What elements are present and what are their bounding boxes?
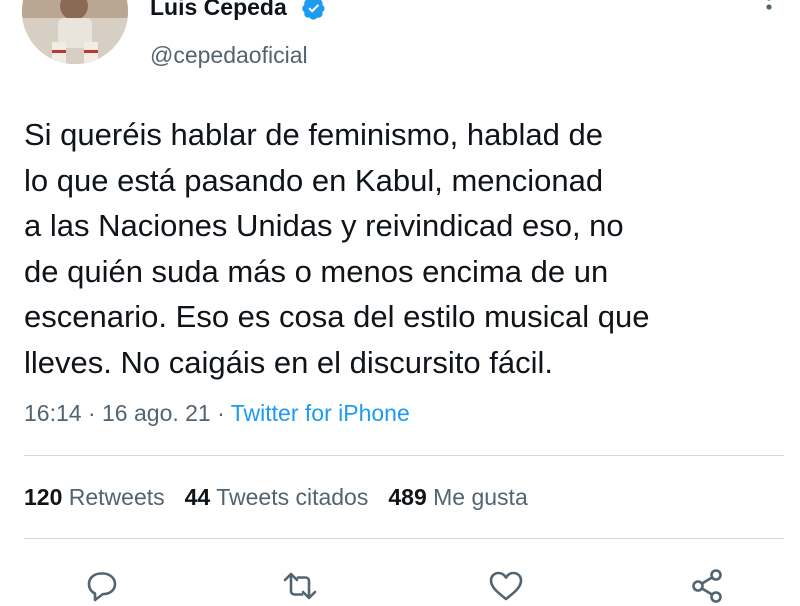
divider xyxy=(24,538,784,539)
quotes-count: 44 xyxy=(184,484,211,510)
tweet-line: lleves. No caigáis en el discursito fáci… xyxy=(24,344,553,380)
quotes-stat[interactable]: 44 Tweets citados xyxy=(185,484,369,510)
retweets-stat[interactable]: 120 Retweets xyxy=(24,484,165,510)
reply-icon[interactable] xyxy=(82,566,122,606)
tweet-actions xyxy=(0,560,800,603)
tweet-line: de quién suda más o menos encima de un xyxy=(24,253,609,289)
separator: · xyxy=(87,400,96,426)
retweets-count: 120 xyxy=(24,484,63,510)
share-icon[interactable] xyxy=(688,566,728,606)
tweet-line: a las Naciones Unidas y reivindicad eso,… xyxy=(24,208,624,243)
verified-badge-icon xyxy=(302,0,325,20)
tweet-source-link[interactable]: Twitter for iPhone xyxy=(231,400,410,426)
tweet-header: Luis Cepeda @cepedaoficial xyxy=(0,0,800,90)
retweet-icon[interactable] xyxy=(280,566,320,606)
tweet-time[interactable]: 16:14 xyxy=(24,400,82,426)
tweet-line: Si queréis hablar de feminismo, hablad d… xyxy=(24,117,604,152)
separator: · xyxy=(217,400,225,426)
likes-label: Me gusta xyxy=(433,484,528,510)
user-handle[interactable]: @cepedaoficial xyxy=(150,42,308,69)
tweet-metadata: 16:14 · 16 ago. 21 · Twitter for iPhone xyxy=(24,400,410,427)
divider xyxy=(24,455,784,456)
like-icon[interactable] xyxy=(486,566,526,606)
tweet-date[interactable]: 16 ago. 21 xyxy=(102,400,211,426)
more-options-icon[interactable] xyxy=(758,0,780,24)
avatar[interactable] xyxy=(22,0,128,64)
display-name[interactable]: Luis Cepeda xyxy=(150,0,287,21)
tweet-stats: 120 Retweets 44 Tweets citados 489 Me gust… xyxy=(24,484,548,511)
tweet-text: Si queréis hablar de feminismo, hablad d… xyxy=(24,112,794,385)
retweets-label: Retweets xyxy=(68,484,165,510)
tweet-line: escenario. Eso es cosa del estilo musica… xyxy=(24,299,650,334)
tweet-line: lo que está pasando en Kabul, mencionad xyxy=(24,162,604,198)
likes-count: 489 xyxy=(388,484,427,510)
quotes-label: Tweets citados xyxy=(216,484,369,510)
likes-stat[interactable]: 489 Me gusta xyxy=(388,484,527,510)
